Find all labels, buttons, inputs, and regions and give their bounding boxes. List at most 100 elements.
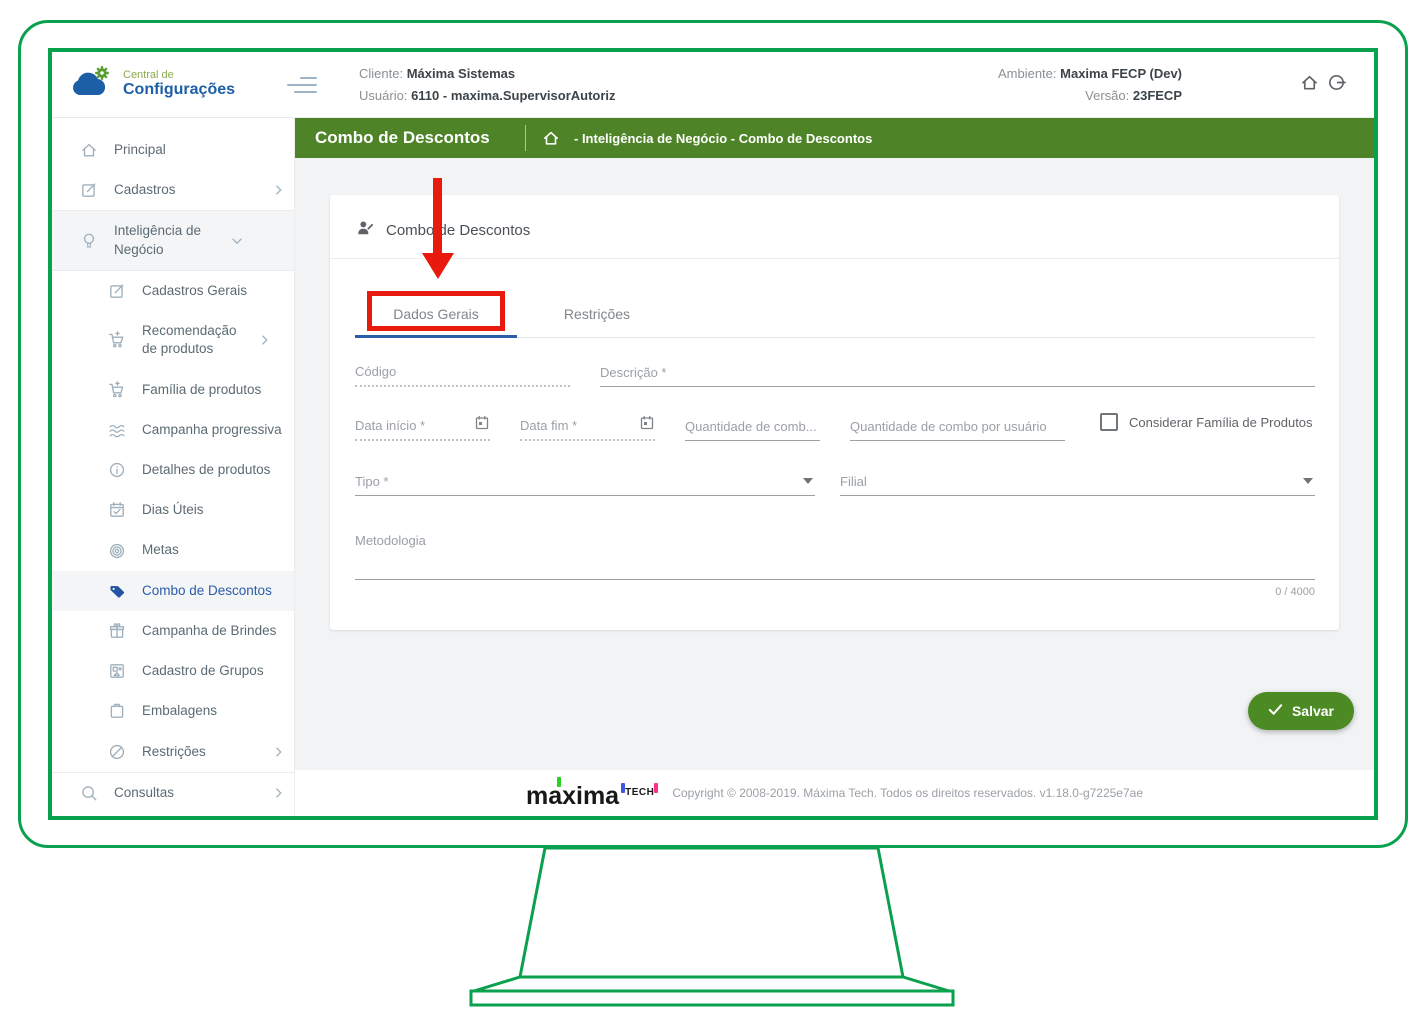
breadcrumb-home-icon[interactable] xyxy=(542,129,560,147)
sidebar-item-cadastros-gerais[interactable]: Cadastros Gerais xyxy=(52,271,294,311)
logout-icon[interactable] xyxy=(1327,73,1346,97)
person-edit-icon xyxy=(355,219,375,241)
sidebar-item-label: Cadastro de Grupos xyxy=(142,662,286,680)
metodologia-field[interactable] xyxy=(355,579,1315,580)
breadcrumb: - Inteligência de Negócio - Combo de Des… xyxy=(574,131,872,146)
dropdown-arrow-icon xyxy=(803,478,813,484)
tag-icon xyxy=(108,582,126,600)
chevron-right-icon xyxy=(272,786,286,800)
sidebar-item-restricoes[interactable]: Restrições xyxy=(52,732,294,773)
tab-restricoes[interactable]: Restrições xyxy=(517,293,677,335)
sidebar-item-label: Detalhes de produtos xyxy=(142,461,286,479)
card-divider xyxy=(330,258,1339,259)
page-titlebar: Combo de Descontos - Inteligência de Neg… xyxy=(295,118,1374,158)
chevron-down-icon xyxy=(230,234,244,248)
environment-label: Ambiente: xyxy=(998,66,1057,81)
tipo-select[interactable]: Tipo * xyxy=(355,462,815,496)
sidebar-item-label: Metas xyxy=(142,541,286,559)
sidebar-item-recomendacao-de-produtos[interactable]: Recomendação de produtos xyxy=(52,311,294,369)
sidebar-item-inteligencia-de-negocio[interactable]: Inteligência de Negócio xyxy=(52,210,294,270)
monitor-frame: Central de Configurações Cliente: Máxima… xyxy=(18,20,1408,848)
copyright-text: Copyright © 2008-2019. Máxima Tech. Todo… xyxy=(672,786,1143,800)
data-fim-placeholder: Data fim * xyxy=(520,418,577,433)
sidebar-item-cadastros[interactable]: Cadastros xyxy=(52,170,294,210)
data-inicio-placeholder: Data início * xyxy=(355,418,425,433)
home-icon[interactable] xyxy=(1300,73,1319,97)
metodologia-placeholder: Metodologia xyxy=(355,533,426,548)
calendar-icon[interactable] xyxy=(474,415,490,431)
sidebar-item-label: Restrições xyxy=(142,743,268,761)
waves-icon xyxy=(108,421,126,439)
calendar-icon[interactable] xyxy=(639,415,655,431)
descricao-field[interactable]: Descrição * xyxy=(600,353,1315,387)
sidebar-item-metas[interactable]: Metas xyxy=(52,530,294,570)
user-label: Usuário: xyxy=(359,88,407,103)
considerar-familia-checkbox[interactable] xyxy=(1100,413,1118,431)
save-button-label: Salvar xyxy=(1292,703,1334,719)
sidebar-item-consultas[interactable]: Consultas xyxy=(52,773,294,813)
app-footer: maxima TECH Copyright © 2008-2019. Máxim… xyxy=(295,770,1374,816)
client-value: Máxima Sistemas xyxy=(407,66,515,81)
sidebar-item-label: Dias Úteis xyxy=(142,501,286,519)
sidebar-item-detalhes-de-produtos[interactable]: Detalhes de produtos xyxy=(52,450,294,490)
filial-select[interactable]: Filial xyxy=(840,462,1315,496)
sidebar-item-label: Cadastros xyxy=(114,181,268,199)
user-value: 6110 - maxima.SupervisorAutoriz xyxy=(411,88,615,103)
search-icon xyxy=(80,784,98,802)
dropdown-arrow-icon xyxy=(1303,478,1313,484)
groups-icon xyxy=(108,662,126,680)
app-window: Central de Configurações Cliente: Máxima… xyxy=(52,52,1374,816)
quantidade-combo-usuario-field[interactable]: Quantidade de combo por usuário xyxy=(850,407,1065,441)
titlebar-divider xyxy=(525,125,526,151)
sidebar-item-label: Combo de Descontos xyxy=(142,582,286,600)
sidebar-item-combo-de-descontos[interactable]: Combo de Descontos xyxy=(52,571,294,611)
chevron-right-icon xyxy=(258,333,272,347)
data-fim-field[interactable]: Data fim * xyxy=(520,407,655,441)
home-icon xyxy=(80,141,98,159)
save-button[interactable]: Salvar xyxy=(1248,692,1354,730)
considerar-familia-label: Considerar Família de Produtos xyxy=(1129,415,1313,430)
logo-green-bar xyxy=(557,777,561,787)
check-icon xyxy=(1268,703,1283,719)
active-tab-underline xyxy=(355,335,517,338)
quantidade-combo-usuario-placeholder: Quantidade de combo por usuário xyxy=(850,419,1047,434)
edit-icon xyxy=(108,282,126,300)
sidebar-item-dias-uteis[interactable]: Dias Úteis xyxy=(52,490,294,530)
logo-line2: Configurações xyxy=(123,82,235,99)
quantidade-combo-placeholder: Quantidade de comb... xyxy=(685,419,817,434)
version-label: Versão: xyxy=(1085,88,1129,103)
card-title: Combo de Descontos xyxy=(386,222,530,239)
cart-plus-icon xyxy=(108,381,126,399)
app-logo[interactable]: Central de Configurações xyxy=(65,64,235,105)
cloud-gear-logo-icon xyxy=(65,64,115,105)
gear xyxy=(95,66,109,80)
sidebar-item-cadastro-de-grupos[interactable]: Cadastro de Grupos xyxy=(52,651,294,691)
monitor-screen: Central de Configurações Cliente: Máxima… xyxy=(48,48,1378,820)
logo-pink-bar xyxy=(654,783,658,793)
sidebar-item-principal[interactable]: Principal xyxy=(52,130,294,170)
codigo-field: Código xyxy=(355,353,570,387)
combo-descontos-card: Combo de Descontos Dados Gerais Restriçõ… xyxy=(330,195,1339,630)
lightbulb-icon xyxy=(80,232,98,250)
sidebar-item-campanha-progressiva[interactable]: Campanha progressiva xyxy=(52,410,294,450)
sidebar-item-familia-de-produtos[interactable]: Família de produtos xyxy=(52,370,294,410)
version-value: 23FECP xyxy=(1133,88,1182,103)
sidebar-item-label: Inteligência de Negócio xyxy=(114,222,226,258)
sidebar-item-campanha-de-brindes[interactable]: Campanha de Brindes xyxy=(52,611,294,651)
descricao-placeholder: Descrição * xyxy=(600,365,666,380)
sidebar-item-label: Embalagens xyxy=(142,702,286,720)
sidebar-item-label: Consultas xyxy=(114,784,268,802)
client-user-info: Cliente: Máxima Sistemas Usuário: 6110 -… xyxy=(359,66,616,103)
filial-placeholder: Filial xyxy=(840,474,867,489)
tab-dados-gerais[interactable]: Dados Gerais xyxy=(355,293,517,335)
data-inicio-field[interactable]: Data início * xyxy=(355,407,490,441)
main-panel: Combo de Descontos - Inteligência de Neg… xyxy=(295,118,1374,816)
quantidade-combo-field[interactable]: Quantidade de comb... xyxy=(685,407,820,441)
chevron-right-icon xyxy=(272,183,286,197)
client-label: Cliente: xyxy=(359,66,403,81)
calendar-check-icon xyxy=(108,501,126,519)
sidebar-item-embalagens[interactable]: Embalagens xyxy=(52,691,294,731)
package-icon xyxy=(108,702,126,720)
chevron-right-icon xyxy=(272,745,286,759)
menu-toggle-hamburger-icon[interactable] xyxy=(287,74,317,96)
